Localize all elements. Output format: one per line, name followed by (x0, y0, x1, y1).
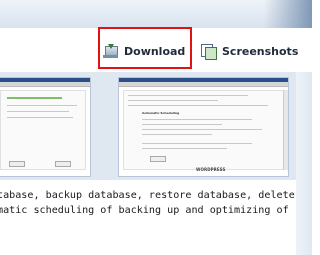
screenshots-panel: Automatic Scheduling WORDPRESS (0, 72, 312, 180)
screenshots-label: Screenshots (222, 44, 299, 58)
screenshots-link[interactable]: Screenshots (201, 40, 298, 62)
thumbnail-page (0, 90, 86, 170)
screenshots-icon (201, 44, 217, 60)
thumbnail-page: Automatic Scheduling WORDPRESS (123, 90, 284, 172)
thumbnail-scrollbar (283, 90, 288, 170)
top-banner (0, 0, 312, 29)
description-line-2: matic scheduling of backing up and optim… (0, 205, 289, 216)
description-line-1: tabase, backup database, restore databas… (0, 190, 295, 201)
screenshot-thumbnail-2[interactable]: Automatic Scheduling WORDPRESS (118, 77, 289, 177)
download-highlight-box (98, 27, 192, 69)
right-rail (296, 72, 312, 255)
screenshot-thumbnail-1[interactable] (0, 77, 91, 177)
thumbnail-heading: Automatic Scheduling (142, 111, 180, 115)
description-text: tabase, backup database, restore databas… (0, 188, 320, 218)
thumbnail-logo: WORDPRESS (196, 167, 226, 172)
